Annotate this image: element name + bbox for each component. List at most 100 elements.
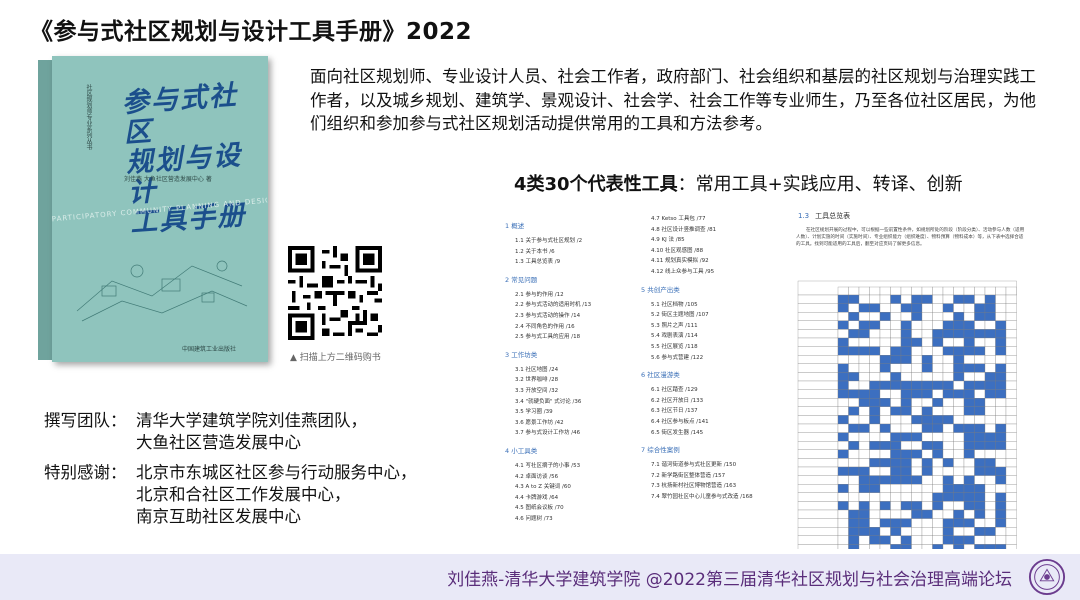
matrix-cell (995, 415, 1007, 425)
matrix-cell (837, 363, 849, 373)
matrix-cell (984, 294, 996, 304)
matrix-cell (797, 492, 839, 502)
matrix-cell (869, 466, 881, 476)
matrix-cell (995, 363, 1007, 373)
matrix-cell (911, 294, 923, 304)
matrix-cell (848, 329, 860, 339)
toc-section: 6 社区漫游类 (641, 371, 680, 380)
matrix-cell (932, 475, 944, 485)
matrix-cell (837, 398, 849, 407)
matrix-cell (984, 355, 996, 364)
matrix-cell (879, 346, 891, 356)
matrix-cell (953, 363, 965, 373)
matrix-cell (858, 449, 870, 459)
matrix-cell (797, 466, 839, 476)
matrix-cell (1005, 320, 1017, 330)
toc-item: 1.1 关于参与式社区规划 /2 (515, 238, 583, 244)
overview-heading-number: 1.3 (798, 212, 810, 220)
matrix-cell (995, 286, 1007, 296)
matrix-cell (942, 501, 954, 511)
matrix-cell (963, 475, 975, 485)
matrix-cell (932, 294, 944, 304)
matrix-cell (942, 544, 954, 554)
matrix-cell (995, 518, 1007, 528)
matrix-cell (953, 432, 965, 442)
matrix-cell (963, 432, 975, 442)
toc-item: 7.1 谐河街道参与式社区更新 /150 (651, 462, 737, 469)
matrix-cell (879, 286, 891, 296)
matrix-cell (879, 527, 891, 536)
matrix-cell (995, 484, 1007, 493)
matrix-cell (900, 355, 912, 364)
matrix-cell (900, 337, 912, 347)
matrix-cell (900, 527, 912, 536)
matrix-cell (900, 312, 912, 321)
matrix-cell (900, 509, 912, 519)
matrix-cell (921, 286, 933, 296)
matrix-cell (890, 441, 902, 450)
overview-heading-text: 工具总览表 (815, 212, 851, 220)
matrix-cell (1005, 458, 1017, 468)
matrix-cell (953, 389, 965, 399)
matrix-cell (953, 484, 965, 493)
matrix-cell (932, 406, 944, 416)
matrix-cell (890, 286, 902, 296)
matrix-cell (848, 398, 860, 407)
matrix-cell (890, 355, 902, 364)
matrix-cell (984, 406, 996, 416)
matrix-cell (921, 406, 933, 416)
matrix-cell (942, 303, 954, 313)
matrix-cell (1005, 484, 1017, 493)
matrix-cell (879, 372, 891, 382)
book-description: 面向社区规划师、专业设计人员、社会工作者，政府部门、社会组织和基层的社区规划与治… (310, 67, 1036, 133)
matrix-cell (984, 389, 996, 399)
matrix-cell (974, 320, 986, 330)
matrix-cell (879, 544, 891, 554)
matrix-cell (974, 337, 986, 347)
matrix-cell (963, 484, 975, 493)
matrix-cell (953, 458, 965, 468)
matrix-cell (953, 441, 965, 450)
matrix-cell (963, 320, 975, 330)
matrix-cell (942, 406, 954, 416)
matrix-cell (858, 423, 870, 433)
matrix-cell (921, 441, 933, 450)
matrix-cell (848, 441, 860, 450)
matrix-cell (869, 294, 881, 304)
matrix-cell (932, 346, 944, 356)
matrix-cell (942, 458, 954, 468)
matrix-cell (921, 518, 933, 528)
credits-label: 撰写团队： (44, 411, 127, 430)
matrix-cell (890, 363, 902, 373)
matrix-cell (858, 320, 870, 330)
matrix-cell (858, 286, 870, 296)
matrix-cell (942, 466, 954, 476)
matrix-cell (869, 389, 881, 399)
matrix-cell (1005, 449, 1017, 459)
toc-item: 7.2 新学路街区整体营造 /157 (651, 472, 726, 479)
toc-item: 4.9 KJ 法 /85 (651, 237, 685, 244)
matrix-cell (974, 329, 986, 339)
matrix-cell (797, 320, 839, 330)
matrix-cell (963, 492, 975, 502)
matrix-cell (837, 415, 849, 425)
university-seal-icon (1028, 558, 1066, 596)
matrix-cell (890, 415, 902, 425)
matrix-cell (984, 492, 996, 502)
matrix-cell (953, 527, 965, 536)
matrix-cell (963, 535, 975, 545)
qr-code[interactable] (288, 246, 382, 340)
matrix-cell (797, 380, 839, 390)
matrix-cell (890, 294, 902, 304)
matrix-cell (1005, 518, 1017, 528)
matrix-cell (942, 363, 954, 373)
matrix-cell (1005, 363, 1017, 373)
matrix-cell (837, 527, 849, 536)
matrix-cell (911, 337, 923, 347)
matrix-cell (837, 475, 849, 485)
matrix-cell (963, 389, 975, 399)
matrix-cell (953, 320, 965, 330)
matrix-cell (921, 475, 933, 485)
matrix-cell (963, 527, 975, 536)
matrix-cell (890, 320, 902, 330)
